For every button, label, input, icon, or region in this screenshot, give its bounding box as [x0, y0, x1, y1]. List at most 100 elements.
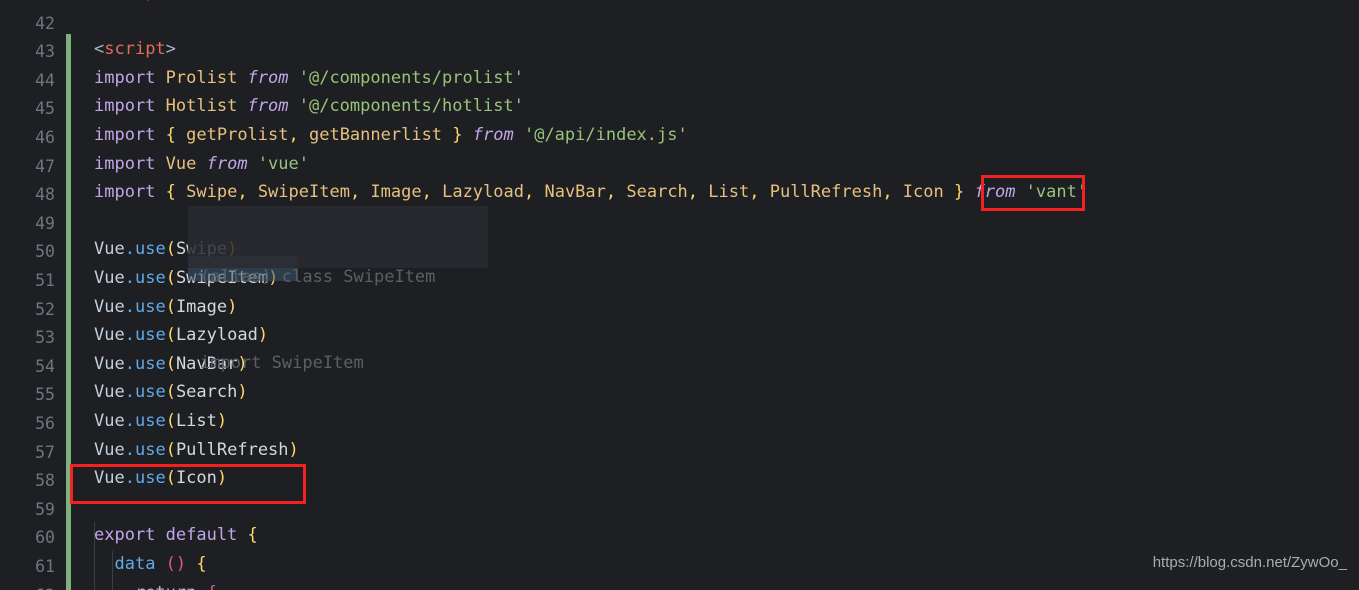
- code-token: .: [124, 411, 135, 431]
- code-line[interactable]: import Prolist from '@/components/prolis…: [94, 64, 524, 93]
- code-token: ,: [421, 182, 432, 203]
- line-number: 57: [35, 442, 55, 462]
- line-number: 54: [35, 356, 55, 376]
- code-line[interactable]: Vue.use(Icon): [94, 464, 227, 493]
- code-token: Vue: [94, 239, 125, 260]
- code-token: NavBar: [534, 182, 606, 203]
- line-number: 52: [35, 299, 55, 319]
- code-token: import: [94, 125, 166, 145]
- code-token: import: [94, 96, 166, 117]
- code-token: Vue: [94, 411, 125, 431]
- code-line[interactable]: data () {: [94, 550, 207, 579]
- code-token: ,: [882, 182, 893, 203]
- code-token: (: [165, 268, 176, 288]
- code-token: (: [165, 325, 176, 346]
- code-token: '@/api/index.js': [523, 125, 688, 145]
- code-token: Vue: [94, 296, 125, 317]
- code-editor[interactable]: </template><script>import Prolist from '…: [0, 0, 1359, 590]
- code-token: (): [165, 554, 187, 574]
- code-token: Icon: [892, 182, 954, 203]
- code-token: Vue: [94, 468, 125, 489]
- code-token: .: [124, 439, 135, 460]
- code-token: (: [165, 296, 176, 317]
- line-number: 44: [35, 70, 55, 90]
- tooltip-signature: (alias) class SwipeItem: [200, 267, 436, 288]
- code-token: <: [94, 39, 105, 60]
- line-number: 49: [35, 213, 55, 233]
- code-token: .: [124, 296, 135, 317]
- code-token: ): [216, 468, 228, 489]
- code-token: getProlist: [175, 125, 289, 145]
- code-token: {: [196, 554, 207, 574]
- code-token: Vue: [94, 268, 125, 288]
- code-token: Vue: [94, 353, 125, 374]
- line-number: 50: [35, 242, 55, 262]
- code-token: .: [124, 353, 135, 374]
- code-token: Vue: [94, 439, 125, 460]
- code-line[interactable]: import { getProlist, getBannerlist } fro…: [94, 121, 688, 150]
- code-token: template: [114, 0, 196, 2]
- code-token: from: [206, 153, 258, 174]
- line-number: 46: [35, 128, 55, 147]
- line-number: 55: [35, 385, 55, 405]
- code-token: (: [165, 353, 176, 374]
- code-line[interactable]: </template>: [94, 0, 207, 7]
- line-number: 61: [35, 557, 55, 576]
- code-token: ,: [605, 182, 617, 203]
- code-token: PullRefresh: [175, 439, 289, 460]
- code-token: return: [135, 583, 207, 590]
- code-line[interactable]: Vue.use(PullRefresh): [94, 436, 299, 465]
- code-token: data: [114, 554, 166, 574]
- code-token: getBannerlist: [298, 125, 453, 145]
- intellisense-tooltip: (alias) class SwipeItem import SwipeItem: [188, 206, 488, 373]
- line-number: 58: [35, 471, 55, 491]
- code-token: script: [104, 39, 166, 60]
- code-token: Hotlist: [165, 96, 248, 117]
- code-token: use: [134, 353, 166, 374]
- code-line[interactable]: import { Swipe, SwipeItem, Image, Lazylo…: [94, 178, 1087, 207]
- line-number: 47: [35, 156, 55, 176]
- code-token: import: [94, 153, 166, 174]
- watermark: https://blog.csdn.net/ZywOo_: [1152, 554, 1347, 572]
- code-token: use: [134, 296, 166, 317]
- line-number: 42: [35, 13, 55, 33]
- code-token: {: [247, 525, 258, 546]
- code-line[interactable]: export default {: [94, 521, 258, 550]
- code-token: Prolist: [165, 67, 248, 88]
- line-number: 45: [35, 99, 55, 119]
- tooltip-import-line: import SwipeItem: [200, 352, 364, 373]
- code-token: (: [165, 382, 176, 403]
- code-token: PullRefresh: [759, 182, 883, 203]
- code-token: .: [124, 468, 135, 489]
- code-token: (: [165, 411, 176, 431]
- line-number-gutter: 41 42 43 44 45 46 47 48 49 50 51 52 53 54 55 56 57 58 59 60…: [0, 0, 66, 590]
- code-token: Image: [360, 182, 422, 203]
- code-token: }: [953, 182, 965, 203]
- line-number: 59: [35, 499, 55, 519]
- code-token: ,: [749, 182, 760, 203]
- code-token: Swipe: [175, 182, 238, 203]
- line-number: 56: [35, 414, 55, 433]
- code-token: (: [165, 468, 176, 489]
- code-token: {: [165, 182, 176, 203]
- code-token: from: [247, 96, 299, 117]
- code-token: >: [196, 0, 206, 2]
- code-token: {: [165, 125, 176, 145]
- code-line[interactable]: import Hotlist from '@/components/hotlis…: [94, 92, 524, 121]
- code-token: use: [134, 239, 166, 260]
- code-token: import: [94, 182, 166, 203]
- code-line[interactable]: import Vue from 'vue': [94, 150, 309, 179]
- git-modified-indicator: [66, 34, 71, 590]
- code-line[interactable]: return {: [94, 579, 217, 590]
- code-token: >: [165, 39, 176, 60]
- line-number: 41: [0, 0, 55, 10]
- code-line[interactable]: <script>: [94, 35, 176, 64]
- code-token: Search: [616, 182, 688, 203]
- code-token: '@/components/prolist': [298, 67, 524, 88]
- code-token: List: [698, 182, 750, 203]
